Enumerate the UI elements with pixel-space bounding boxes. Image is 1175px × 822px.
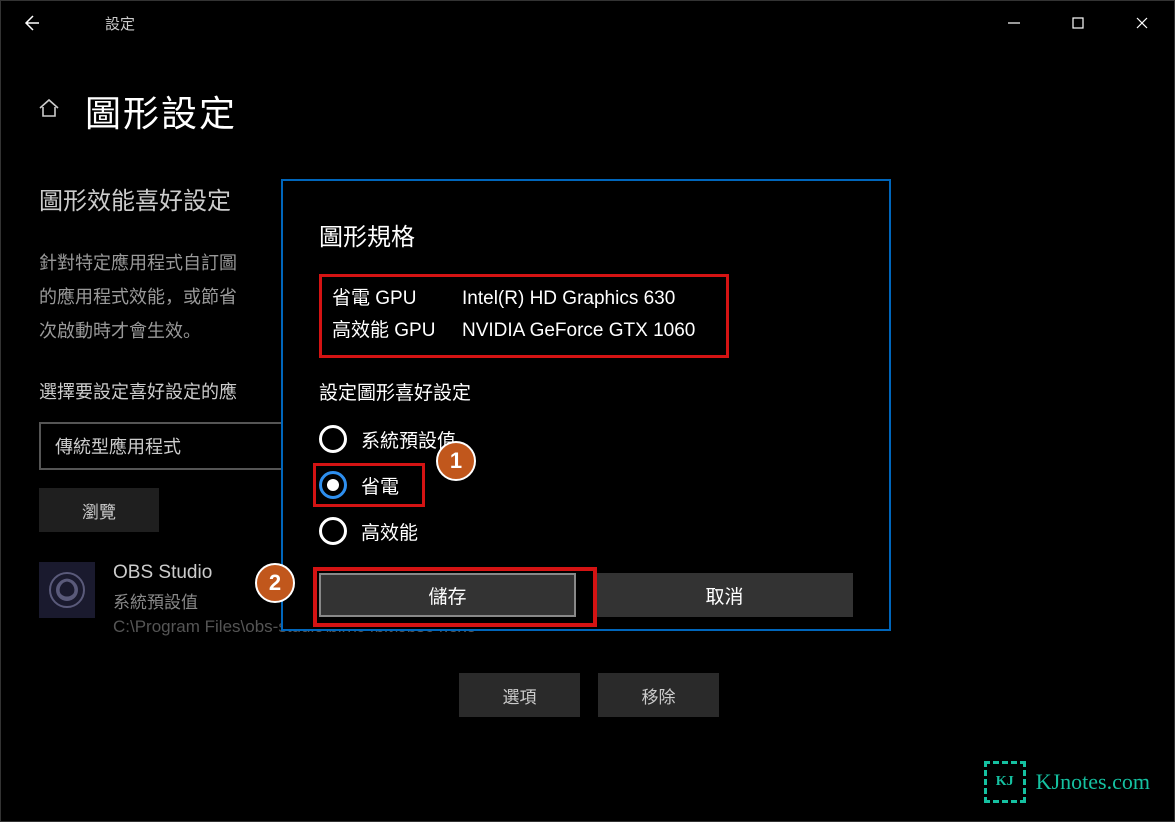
cancel-button[interactable]: 取消 [596, 573, 853, 617]
radio-icon [319, 425, 347, 453]
power-gpu-value: Intel(R) HD Graphics 630 [462, 283, 675, 315]
app-action-buttons: 選項 移除 [459, 673, 719, 717]
dialog-buttons: 儲存 取消 [319, 573, 853, 617]
window-title: 設定 [105, 13, 135, 34]
radio-icon [319, 517, 347, 545]
perf-gpu-value: NVIDIA GeForce GTX 1060 [462, 315, 695, 347]
annotation-badge-1: 1 [436, 441, 476, 481]
page-header: 圖形設定 [1, 45, 1174, 137]
dialog-title: 圖形規格 [319, 217, 853, 252]
watermark: KJ KJnotes.com [984, 761, 1150, 803]
annotation-badge-2: 2 [255, 563, 295, 603]
maximize-icon [1071, 16, 1085, 30]
minimize-icon [1007, 16, 1021, 30]
save-button[interactable]: 儲存 [319, 573, 576, 617]
dropdown-value: 傳統型應用程式 [55, 433, 181, 459]
obs-icon [47, 570, 87, 610]
radio-system-default[interactable]: 系統預設值 [319, 419, 853, 459]
radio-icon-selected [319, 471, 347, 499]
app-type-dropdown[interactable]: 傳統型應用程式 [39, 422, 319, 470]
options-button[interactable]: 選項 [459, 673, 580, 717]
graphics-preference-dialog: 圖形規格 省電 GPU Intel(R) HD Graphics 630 高效能… [281, 179, 891, 631]
maximize-button[interactable] [1046, 1, 1110, 45]
remove-button[interactable]: 移除 [598, 673, 719, 717]
watermark-icon: KJ [984, 761, 1026, 803]
high-perf-gpu-row: 高效能 GPU NVIDIA GeForce GTX 1060 [332, 315, 716, 347]
radio-power-saving[interactable]: 省電 [319, 465, 853, 505]
browse-button[interactable]: 瀏覽 [39, 488, 159, 532]
close-icon [1135, 16, 1149, 30]
app-icon [39, 562, 95, 618]
home-icon[interactable] [37, 96, 61, 126]
titlebar: 設定 [1, 1, 1174, 45]
window-controls [982, 1, 1174, 45]
close-button[interactable] [1110, 1, 1174, 45]
gpu-specs-highlight: 省電 GPU Intel(R) HD Graphics 630 高效能 GPU … [319, 274, 729, 358]
radio-high-performance[interactable]: 高效能 [319, 511, 853, 551]
perf-gpu-label: 高效能 GPU [332, 315, 462, 347]
power-gpu-label: 省電 GPU [332, 283, 462, 315]
arrow-left-icon [21, 13, 41, 33]
minimize-button[interactable] [982, 1, 1046, 45]
back-button[interactable] [11, 1, 51, 45]
preference-label: 設定圖形喜好設定 [319, 378, 853, 405]
watermark-text: KJnotes.com [1036, 769, 1150, 795]
power-saving-gpu-row: 省電 GPU Intel(R) HD Graphics 630 [332, 283, 716, 315]
page-title: 圖形設定 [85, 85, 237, 137]
